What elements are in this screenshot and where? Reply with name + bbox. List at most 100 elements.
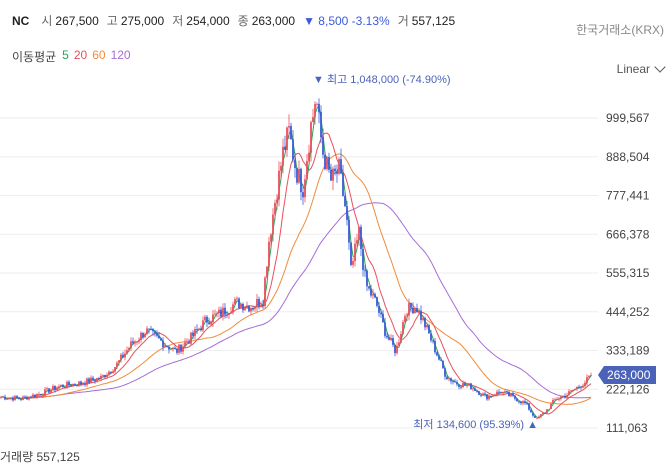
candle-body [584,382,586,386]
candle-body [240,304,242,309]
candle-body [276,199,278,203]
candle-body [234,299,236,305]
candle-body [514,395,516,399]
candle-body [378,305,380,313]
candle-body [578,386,580,388]
candle-body [522,401,524,404]
candle-body [254,306,256,309]
scale-mode: Linear [616,62,650,76]
change-value: ▼ 8,500 -3.13% [303,14,390,28]
candle-body [192,332,194,336]
candle-body [108,371,110,375]
candle-body [132,341,134,344]
y-tick-label: 222,126 [606,382,650,396]
ma5-line [0,105,592,419]
candle-body [446,376,448,380]
last-price-tag-layer: 263,000 [598,365,656,384]
candle-body [204,316,206,321]
candle-body [294,159,296,169]
candle-body [346,206,348,220]
candle-body [12,397,14,401]
scale-selector[interactable]: Linear [616,61,666,76]
candle-body [260,304,262,307]
candle-body [498,391,500,393]
candle-body [538,416,540,418]
ma20-period: 20 [73,48,88,62]
candle-body [408,302,410,316]
candle-body [46,388,48,390]
candle-body [112,371,114,373]
candle-body [504,391,506,393]
candle-body [474,388,476,392]
price-chart[interactable]: 999,567 888,504 777,441 666,378 555,315 444,2… [0,0,672,455]
candle-body [58,386,60,388]
candle-body [166,345,168,347]
candle-body [118,360,120,363]
candle-body [358,226,360,241]
candle-body [402,321,404,334]
candle-body [238,298,240,309]
candle-body [24,396,26,398]
candle-body [80,381,82,385]
candle-body [558,398,560,400]
volume-caption: 거래량 557,125 [0,450,80,464]
candle-body [332,168,334,181]
candle-body [360,226,362,249]
candle-body [32,394,34,398]
candle-body [326,157,328,170]
candle-body [392,338,394,345]
candle-body [454,381,456,383]
candle-body [142,332,144,338]
candle-body [60,384,62,387]
candle-body [184,342,186,347]
candle-body [310,122,312,153]
candle-body [170,349,172,350]
candle-body [380,312,382,314]
candle-body [320,112,322,138]
candle-body [420,310,422,320]
candle-body [268,241,270,267]
moving-average-legend[interactable]: 이동평균 5 20 60 120 [12,48,131,65]
ma120-line [0,202,592,399]
candle-body [524,401,526,403]
candle-body [394,344,396,354]
candle-body [206,316,208,323]
candle-body [110,371,112,373]
candle-body [194,329,196,336]
candle-body [548,409,550,410]
candle-body [218,309,220,314]
candle-body [34,394,36,398]
last-price-label: 263,000 [607,368,651,382]
candle-body [362,248,364,270]
ohlc-header: NC 시 267,500 고 275,000 저 254,000 종 263,0… [12,12,463,32]
candle-body [202,320,204,331]
candle-body [304,179,306,198]
candle-body [384,322,386,336]
candle-body [182,346,184,352]
candle-body [440,359,442,361]
candle-body [144,334,146,338]
candle-body [434,341,436,353]
candle-body [364,269,366,271]
candle-body [116,362,118,368]
candle-body [196,329,198,330]
ma5-period: 5 [62,48,69,62]
candle-body [174,347,176,349]
candle-body [40,394,42,396]
candle-body [506,391,508,393]
open-value: 267,500 [55,14,99,28]
candle-body [572,390,574,391]
ma120-period: 120 [110,48,131,62]
candle-body [576,386,578,389]
candle-body [430,333,432,341]
candle-body [10,397,12,399]
candle-body [74,383,76,385]
candle-body [418,310,420,313]
candle-body [134,341,136,344]
candle-body [370,288,372,296]
candle-body [280,165,282,171]
candle-body [248,305,250,312]
y-tick-label: 555,315 [606,266,650,280]
candle-body [532,412,534,416]
candle-body [124,353,126,358]
